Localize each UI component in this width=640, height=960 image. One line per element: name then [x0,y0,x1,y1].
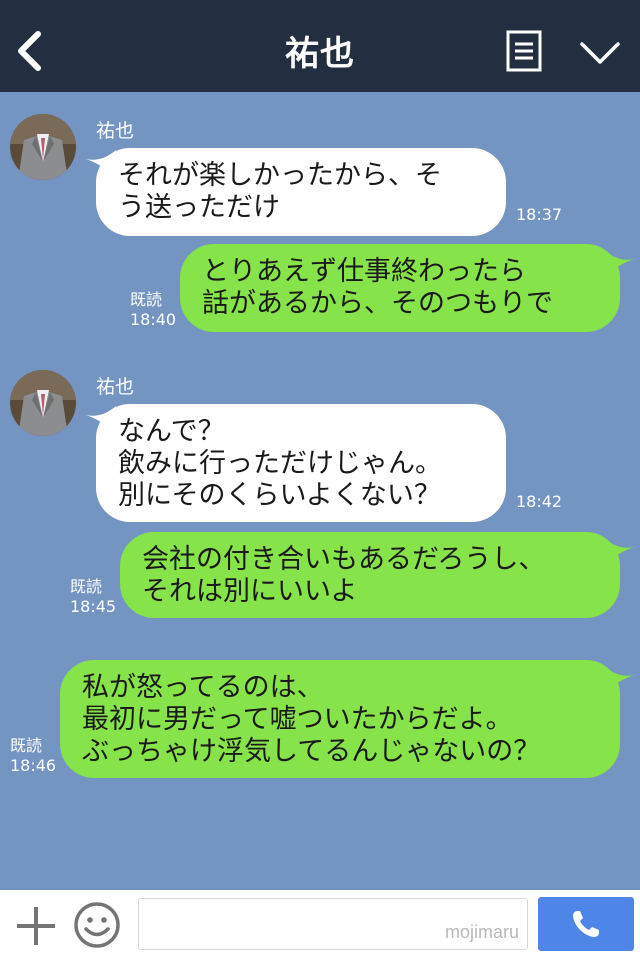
chat-title: 祐也 [285,34,355,74]
smiley-icon[interactable] [72,900,122,950]
notes-icon[interactable] [506,30,542,72]
chevron-down-icon[interactable] [578,36,622,68]
avatar-suit-icon [10,114,76,180]
call-button[interactable] [538,897,634,951]
contact-name: 祐也 [96,376,135,398]
message-line: それが楽しかったから、そ [118,160,442,191]
message-line: ぶっちゃけ浮気してるんじゃないの？ [82,736,541,767]
message-bubble-outgoing[interactable]: とりあえず仕事終わったら 話があるから、そのつもりで [180,244,620,332]
message-bubble-incoming[interactable]: なんで？ 飲みに行っただけじゃん。 別にそのくらいよくない？ [96,404,506,522]
read-receipt: 既読 [70,577,103,596]
message-line: 最初に男だって嘘ついたからだよ。 [82,704,513,735]
contact-avatar[interactable] [10,370,76,436]
phone-icon [573,911,599,937]
plus-icon[interactable] [14,904,58,948]
message-line: 飲みに行っただけじゃん。 [118,448,442,479]
message-line: 会社の付き合いもあるだろうし、 [142,544,546,575]
avatar-suit-icon [10,370,76,436]
message-time: 18:37 [516,205,563,224]
message-time: 18:40 [130,310,177,329]
read-receipt: 既読 [130,290,163,309]
message-line: 私が怒ってるのは、 [82,672,324,703]
message-line: なんで？ [118,416,225,447]
input-bar: mojimaru [0,890,640,960]
message-bubble-outgoing[interactable]: 私が怒ってるのは、 最初に男だって嘘ついたからだよ。 ぶっちゃけ浮気してるんじゃ… [60,660,620,778]
message-bubble-outgoing[interactable]: 会社の付き合いもあるだろうし、 それは別にいいよ [120,532,620,618]
read-receipt: 既読 [10,736,43,755]
message-time: 18:45 [70,597,117,616]
contact-name: 祐也 [96,120,135,142]
message-time: 18:46 [10,756,57,775]
message-line: う送っただけ [118,192,280,223]
chat-header: 祐也 [0,0,640,92]
message-line: 別にそのくらいよくない？ [118,480,441,511]
message-bubble-incoming[interactable]: それが楽しかったから、そ う送っただけ [96,148,506,236]
message-line: とりあえず仕事終わったら [202,256,526,287]
message-line: それは別にいいよ [142,576,358,607]
contact-avatar[interactable] [10,114,76,180]
message-time: 18:42 [516,492,563,511]
message-line: 話があるから、そのつもりで [202,288,553,319]
watermark-text: mojimaru [444,922,519,942]
message-input[interactable]: mojimaru [138,898,528,950]
